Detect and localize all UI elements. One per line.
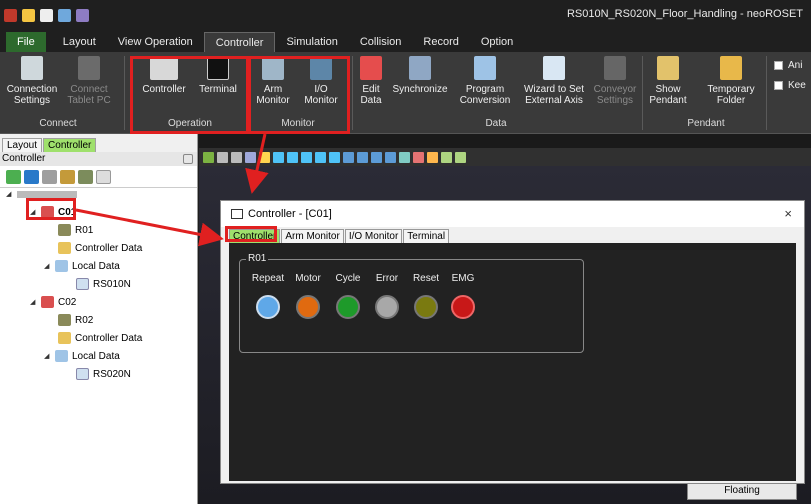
arrow-to-controller-window bbox=[245, 133, 269, 194]
arrow-to-controller-tab bbox=[75, 208, 224, 247]
annotation-arrows bbox=[75, 133, 269, 247]
